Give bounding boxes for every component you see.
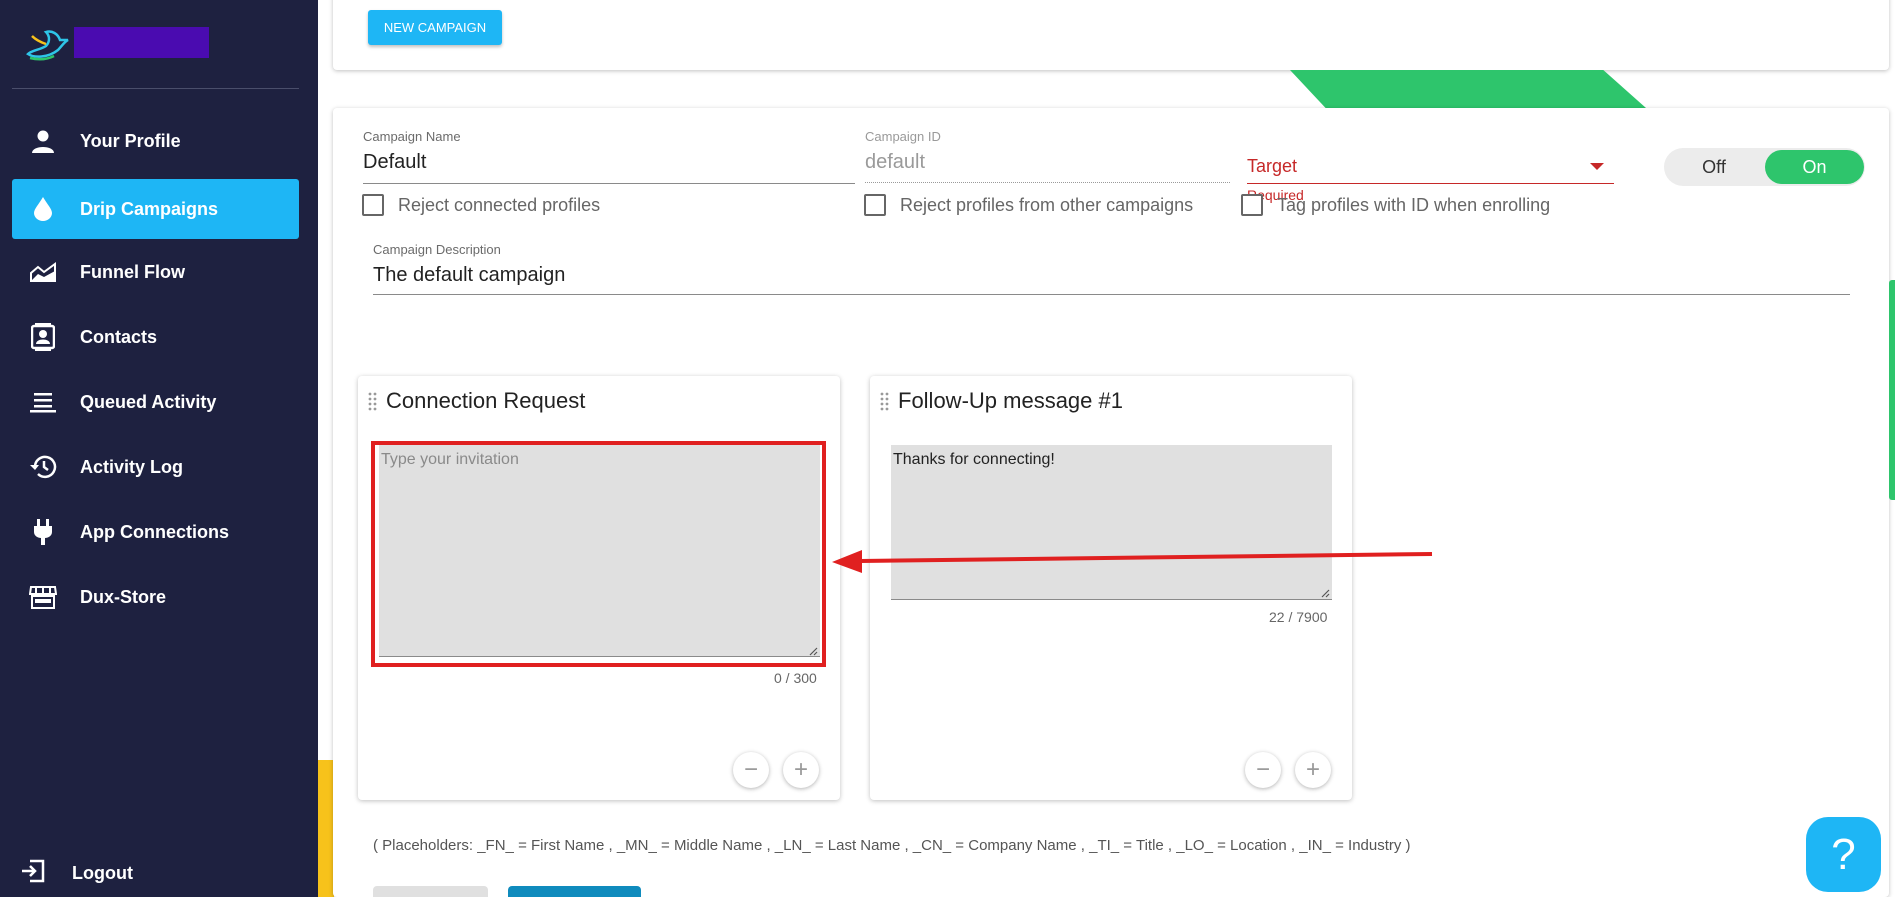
contact-card-icon [28,322,58,352]
checkbox-label: Tag profiles with ID when enrolling [1277,194,1551,215]
campaign-id-label: Campaign ID [865,129,941,144]
annotation-highlight-box [371,441,826,667]
char-count: 0 / 300 [774,670,817,686]
message-title: Connection Request [386,388,586,413]
drag-handle-icon[interactable] [368,392,378,414]
store-icon [28,582,58,612]
campaign-id-input: default [865,151,926,173]
remove-message-button[interactable]: − [1245,752,1281,788]
logout-button[interactable]: Logout [20,858,133,889]
history-icon [28,452,58,482]
decorative-yellow-strip [318,760,334,897]
campaign-description-label: Campaign Description [373,242,501,257]
placeholders-legend: ( Placeholders: _FN_ = First Name , _MN_… [373,837,1411,854]
campaign-active-toggle[interactable]: Off On [1664,148,1865,186]
sidebar-item-queued-activity[interactable]: Queued Activity [12,372,299,432]
plus-icon: + [793,756,808,783]
sidebar-item-label: Dux-Store [80,586,167,607]
sidebar-item-your-profile[interactable]: Your Profile [12,111,299,171]
checkbox-label: Reject connected profiles [398,194,601,215]
sidebar-divider [12,88,299,89]
resize-grip-icon[interactable] [1320,588,1330,598]
sidebar-item-contacts[interactable]: Contacts [12,307,299,367]
sidebar-item-label: Contacts [80,326,158,347]
sidebar-item-label: Your Profile [80,130,181,151]
caret-down-icon [1590,163,1604,170]
plus-icon: + [1305,756,1320,783]
checkbox-box[interactable] [362,194,384,216]
sidebar-item-app-connections[interactable]: App Connections [12,502,299,562]
target-select-label: Target [1247,156,1298,176]
logo-wordmark [74,27,209,58]
checkbox-box[interactable] [864,194,886,216]
minus-icon: − [1255,756,1270,783]
sidebar-item-label: Queued Activity [80,391,217,412]
logout-icon [20,858,46,889]
bird-logo-icon [26,30,69,61]
plug-icon [28,517,58,547]
drop-icon [28,194,58,224]
decorative-green-edge [1889,280,1895,500]
campaign-name-label: Campaign Name [363,129,461,144]
campaign-name-underline [363,183,855,184]
logout-label: Logout [72,863,133,883]
sidebar-item-drip-campaigns[interactable]: Drip Campaigns [12,179,299,239]
app-logo[interactable] [24,24,209,62]
follow-up-card: Follow-Up message #1 Thanks for connecti… [870,376,1352,800]
cancel-button[interactable] [373,886,488,897]
char-count: 22 / 7900 [1269,609,1328,625]
annotation-arrow-icon [832,550,1433,573]
save-button[interactable] [508,886,641,897]
add-message-button[interactable]: + [1295,752,1331,788]
campaign-description-input[interactable]: The default campaign [373,264,565,287]
add-message-button[interactable]: + [783,752,819,788]
campaign-name-input[interactable]: Default [363,151,426,174]
sidebar-item-label: Drip Campaigns [80,198,219,219]
campaign-id-underline [865,182,1230,183]
queue-list-icon [28,387,58,417]
reject-other-campaigns-checkbox[interactable]: Reject profiles from other campaigns [864,194,1193,216]
drag-handle-icon[interactable] [880,392,890,414]
message-title: Follow-Up message #1 [898,388,1123,413]
toggle-off-option[interactable]: Off [1664,148,1764,186]
minus-icon: − [743,756,758,783]
person-icon [28,126,58,156]
toggle-on-option[interactable]: On [1765,150,1864,184]
campaign-description-underline [373,294,1850,295]
question-mark-icon: ? [1831,829,1856,879]
sidebar: Your Profile Drip Campaigns Funnel Flow … [0,0,318,897]
toolbar-card [333,0,1889,70]
follow-up-textarea[interactable]: Thanks for connecting! [891,445,1332,600]
sidebar-item-activity-log[interactable]: Activity Log [12,437,299,497]
decorative-green-shape [1290,70,1646,108]
checkbox-label: Reject profiles from other campaigns [900,194,1194,215]
sidebar-item-funnel-flow[interactable]: Funnel Flow [12,242,299,302]
help-button[interactable]: ? [1806,817,1881,892]
sidebar-item-dux-store[interactable]: Dux-Store [12,567,299,627]
target-select[interactable]: Target [1247,150,1614,184]
area-chart-icon [28,257,58,287]
tag-profiles-checkbox[interactable]: Tag profiles with ID when enrolling [1241,194,1550,216]
sidebar-item-label: App Connections [80,521,229,542]
sidebar-item-label: Activity Log [80,456,184,477]
sidebar-item-label: Funnel Flow [80,261,185,282]
reject-connected-checkbox[interactable]: Reject connected profiles [362,194,600,216]
remove-message-button[interactable]: − [733,752,769,788]
new-campaign-button[interactable]: NEW CAMPAIGN [368,10,502,45]
checkbox-box[interactable] [1241,194,1263,216]
